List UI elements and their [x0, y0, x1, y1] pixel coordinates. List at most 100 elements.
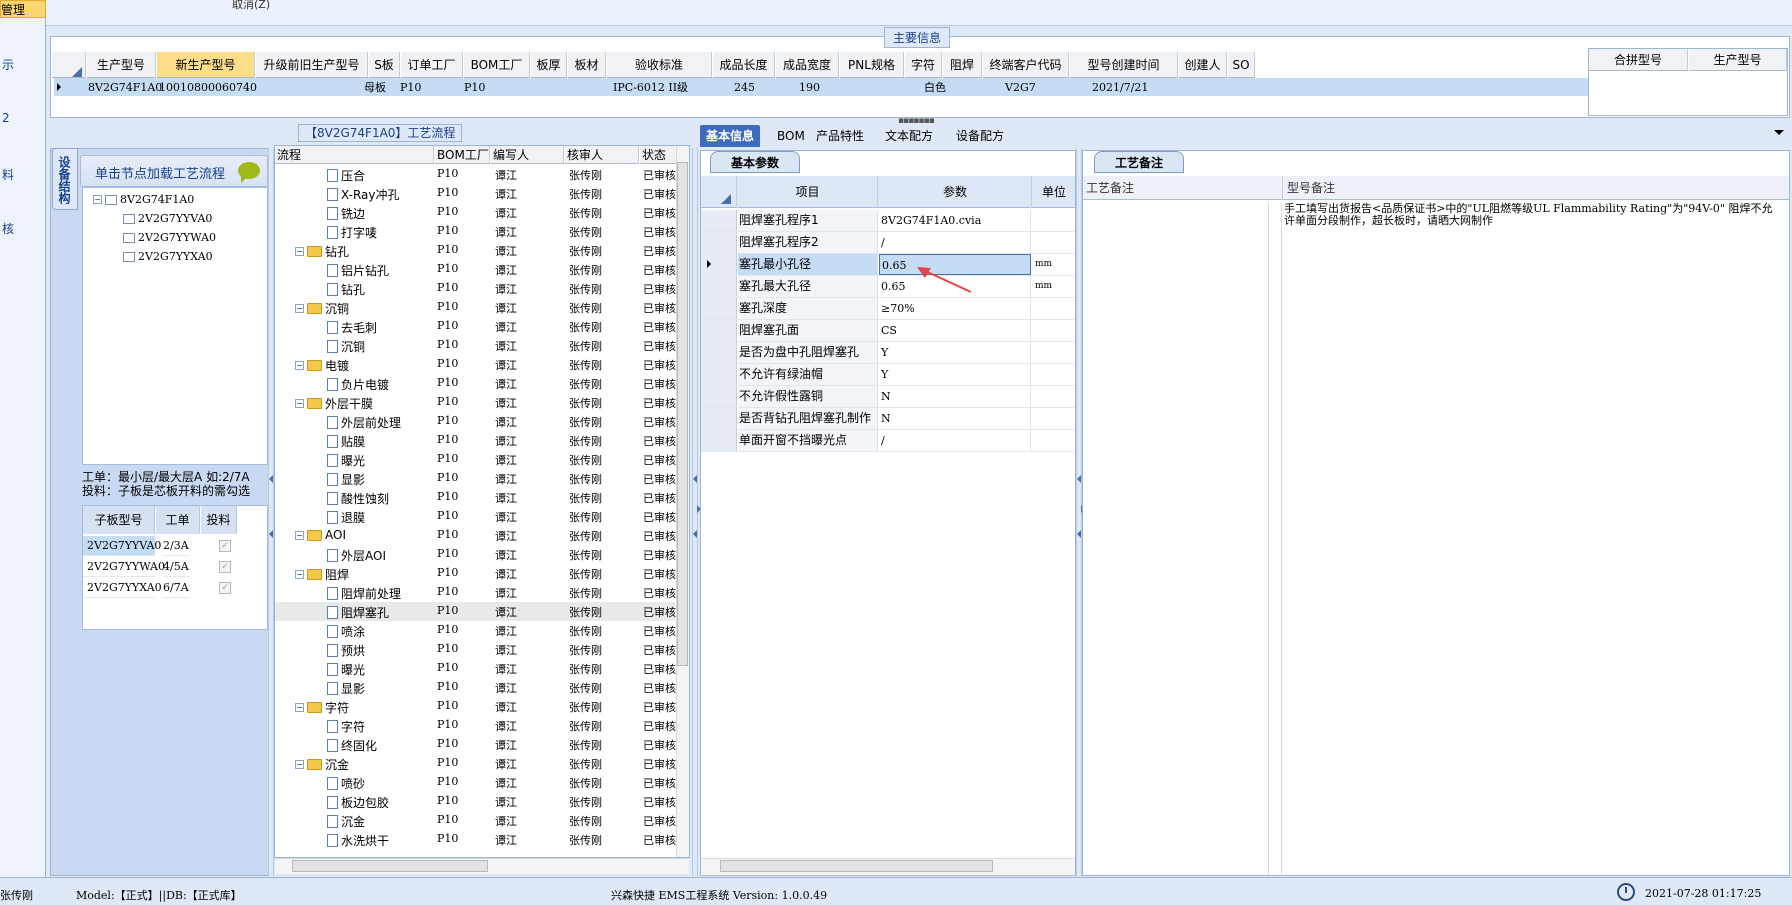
sub-model-cell[interactable]: 2V2G7YYVA0	[83, 536, 161, 556]
row-indicator[interactable]	[701, 342, 737, 363]
flow-row[interactable]: 阻焊塞孔 P10 谭江 张传刚 已审核	[275, 602, 676, 621]
flow-row[interactable]: − 阻焊 P10 谭江 张传刚 已审核	[275, 564, 676, 583]
param-value[interactable]: /	[879, 430, 1031, 451]
basic-params-tab[interactable]: 基本参数	[710, 151, 800, 173]
col-merged-model[interactable]: 合拼型号	[1589, 49, 1688, 71]
sub-model-cell[interactable]: 2V2G7YYWA0	[83, 557, 165, 577]
param-value[interactable]: N	[879, 408, 1031, 429]
param-row[interactable]: 塞孔深度 ≥70%	[701, 298, 1075, 320]
col-thickness[interactable]: 板厚	[531, 52, 567, 78]
tab-product-features[interactable]: 产品特性	[810, 125, 870, 147]
tab-basic-info[interactable]: 基本信息	[700, 125, 761, 147]
tree-checkbox[interactable]	[105, 194, 117, 205]
col-status[interactable]: 状态	[640, 146, 680, 164]
flow-row[interactable]: − 字符 P10 谭江 张传刚 已审核	[275, 697, 676, 716]
tree-child[interactable]: 2V2G7YYWA0	[123, 231, 216, 244]
collapse-icon[interactable]: −	[295, 570, 304, 579]
model-remark-text[interactable]: 手工填写出货报告<品质保证书>中的"UL阻燃等级UL Flammability …	[1284, 203, 1774, 227]
sub-model-cell[interactable]: 2V2G7YYXA0	[83, 578, 162, 598]
param-value[interactable]: 8V2G74F1A0.cvia	[879, 210, 1031, 231]
flow-row[interactable]: 酸性蚀刻 P10 谭江 张传刚 已审核	[275, 488, 676, 507]
collapse-icon[interactable]: −	[295, 399, 304, 408]
col-bom-factory[interactable]: BOM工厂	[435, 146, 490, 164]
row-indicator[interactable]	[701, 210, 737, 231]
flow-row[interactable]: 曝光 P10 谭江 张传刚 已审核	[275, 659, 676, 678]
nav-item-material[interactable]: 料	[2, 166, 14, 183]
flow-row[interactable]: 铝片钻孔 P10 谭江 张传刚 已审核	[275, 260, 676, 279]
row-indicator[interactable]	[701, 254, 737, 275]
flow-scroll-thumb[interactable]	[677, 162, 688, 666]
col-standard[interactable]: 验收标准	[607, 52, 712, 78]
row-indicator[interactable]	[701, 408, 737, 429]
col-model[interactable]: 生产型号	[87, 52, 156, 78]
row-indicator[interactable]	[701, 320, 737, 341]
col-silkscreen[interactable]: 字符	[905, 52, 942, 78]
flow-row[interactable]: 阻焊前处理 P10 谭江 张传刚 已审核	[275, 583, 676, 602]
nav-item-review[interactable]: 核	[2, 220, 14, 237]
row-indicator[interactable]	[701, 430, 737, 451]
col-created-time[interactable]: 型号创建时间	[1070, 52, 1178, 78]
col-param[interactable]: 参数	[879, 176, 1032, 208]
param-row[interactable]: 是否背钻孔阻焊塞孔制作 N	[701, 408, 1075, 430]
flow-row[interactable]: 铣边 P10 谭江 张传刚 已审核	[275, 203, 676, 222]
param-row[interactable]: 是否为盘中孔阻焊塞孔 Y	[701, 342, 1075, 364]
sub-order-cell[interactable]: 4/5A	[163, 557, 189, 577]
col-length[interactable]: 成品长度	[713, 52, 775, 78]
col-material[interactable]: 板材	[568, 52, 606, 78]
col-old-model[interactable]: 升级前旧生产型号	[256, 52, 368, 78]
col-bom-factory[interactable]: BOM工厂	[464, 52, 530, 78]
collapse-left-icon[interactable]	[689, 530, 697, 538]
col-item[interactable]: 项目	[738, 176, 878, 208]
col-merged-production-model[interactable]: 生产型号	[1689, 49, 1787, 71]
flow-row[interactable]: 打字唛 P10 谭江 张传刚 已审核	[275, 222, 676, 241]
col-so[interactable]: SO	[1228, 52, 1255, 78]
collapse-icon[interactable]: −	[295, 530, 304, 540]
nav-item-2[interactable]: 2	[2, 111, 10, 125]
flow-row[interactable]: 预烘 P10 谭江 张传刚 已审核	[275, 640, 676, 659]
collapse-icon[interactable]: −	[295, 703, 304, 712]
sub-order-cell[interactable]: 2/3A	[163, 536, 189, 556]
param-value[interactable]: Y	[879, 364, 1031, 385]
param-row[interactable]: 塞孔最小孔径 0.65 mm	[701, 254, 1075, 276]
params-hscroll-thumb[interactable]	[720, 860, 993, 872]
col-flow[interactable]: 流程	[275, 146, 434, 164]
tree-checkbox[interactable]	[123, 251, 135, 262]
collapse-icon[interactable]: −	[295, 304, 304, 313]
flow-row[interactable]: 喷涂 P10 谭江 张传刚 已审核	[275, 621, 676, 640]
param-row[interactable]: 阻焊塞孔程序2/	[701, 232, 1075, 254]
param-value[interactable]: /	[879, 232, 1031, 253]
flow-row[interactable]: 压合 P10 谭江 张传刚 已审核	[275, 165, 676, 184]
flow-row[interactable]: 外层AOI P10 谭江 张传刚 已审核	[275, 545, 676, 564]
flow-row[interactable]: − 钻孔 P10 谭江 张传刚 已审核	[275, 241, 676, 260]
col-width[interactable]: 成品宽度	[776, 52, 839, 78]
param-row[interactable]: 塞孔最大孔径 0.65 mm	[701, 276, 1075, 298]
row-indicator[interactable]	[701, 298, 737, 319]
col-creator[interactable]: 创建人	[1179, 52, 1227, 78]
param-row[interactable]: 不允许有绿油帽 Y	[701, 364, 1075, 386]
flow-row[interactable]: 字符 P10 谭江 张传刚 已审核	[275, 716, 676, 735]
collapse-left-icon[interactable]	[265, 475, 273, 483]
param-row[interactable]: 不允许假性露铜 N	[701, 386, 1075, 408]
flow-row[interactable]: − 外层干膜 P10 谭江 张传刚 已审核	[275, 393, 676, 412]
flow-row[interactable]: − 沉铜 P10 谭江 张传刚 已审核	[275, 298, 676, 317]
col-writer[interactable]: 编写人	[491, 146, 564, 164]
flow-row[interactable]: − AOI P10 谭江 张传刚 已审核	[275, 526, 676, 545]
param-value[interactable]: CS	[879, 320, 1031, 341]
col-order-factory[interactable]: 订单工厂	[401, 52, 463, 78]
flow-row[interactable]: 贴膜 P10 谭江 张传刚 已审核	[275, 431, 676, 450]
row-indicator[interactable]	[701, 276, 737, 297]
tab-dropdown-icon[interactable]	[1774, 130, 1784, 140]
flow-hscroll-thumb[interactable]	[292, 860, 488, 872]
collapse-icon[interactable]: −	[93, 195, 102, 204]
process-remarks-tab[interactable]: 工艺备注	[1094, 151, 1184, 173]
flow-row[interactable]: 水洗烘干 P10 谭江 张传刚 已审核	[275, 830, 676, 849]
tab-bom[interactable]: BOM	[771, 125, 811, 147]
flow-row[interactable]: X-Ray冲孔 P10 谭江 张传刚 已审核	[275, 184, 676, 203]
feed-checkbox[interactable]: ✓	[219, 540, 231, 552]
flow-row[interactable]: 退膜 P10 谭江 张传刚 已审核	[275, 507, 676, 526]
tree-checkbox[interactable]	[123, 232, 135, 243]
param-row[interactable]: 阻焊塞孔面 CS	[701, 320, 1075, 342]
collapse-icon[interactable]: −	[295, 247, 304, 256]
flow-row[interactable]: 显影 P10 谭江 张传刚 已审核	[275, 678, 676, 697]
param-value[interactable]: ≥70%	[879, 298, 1031, 319]
